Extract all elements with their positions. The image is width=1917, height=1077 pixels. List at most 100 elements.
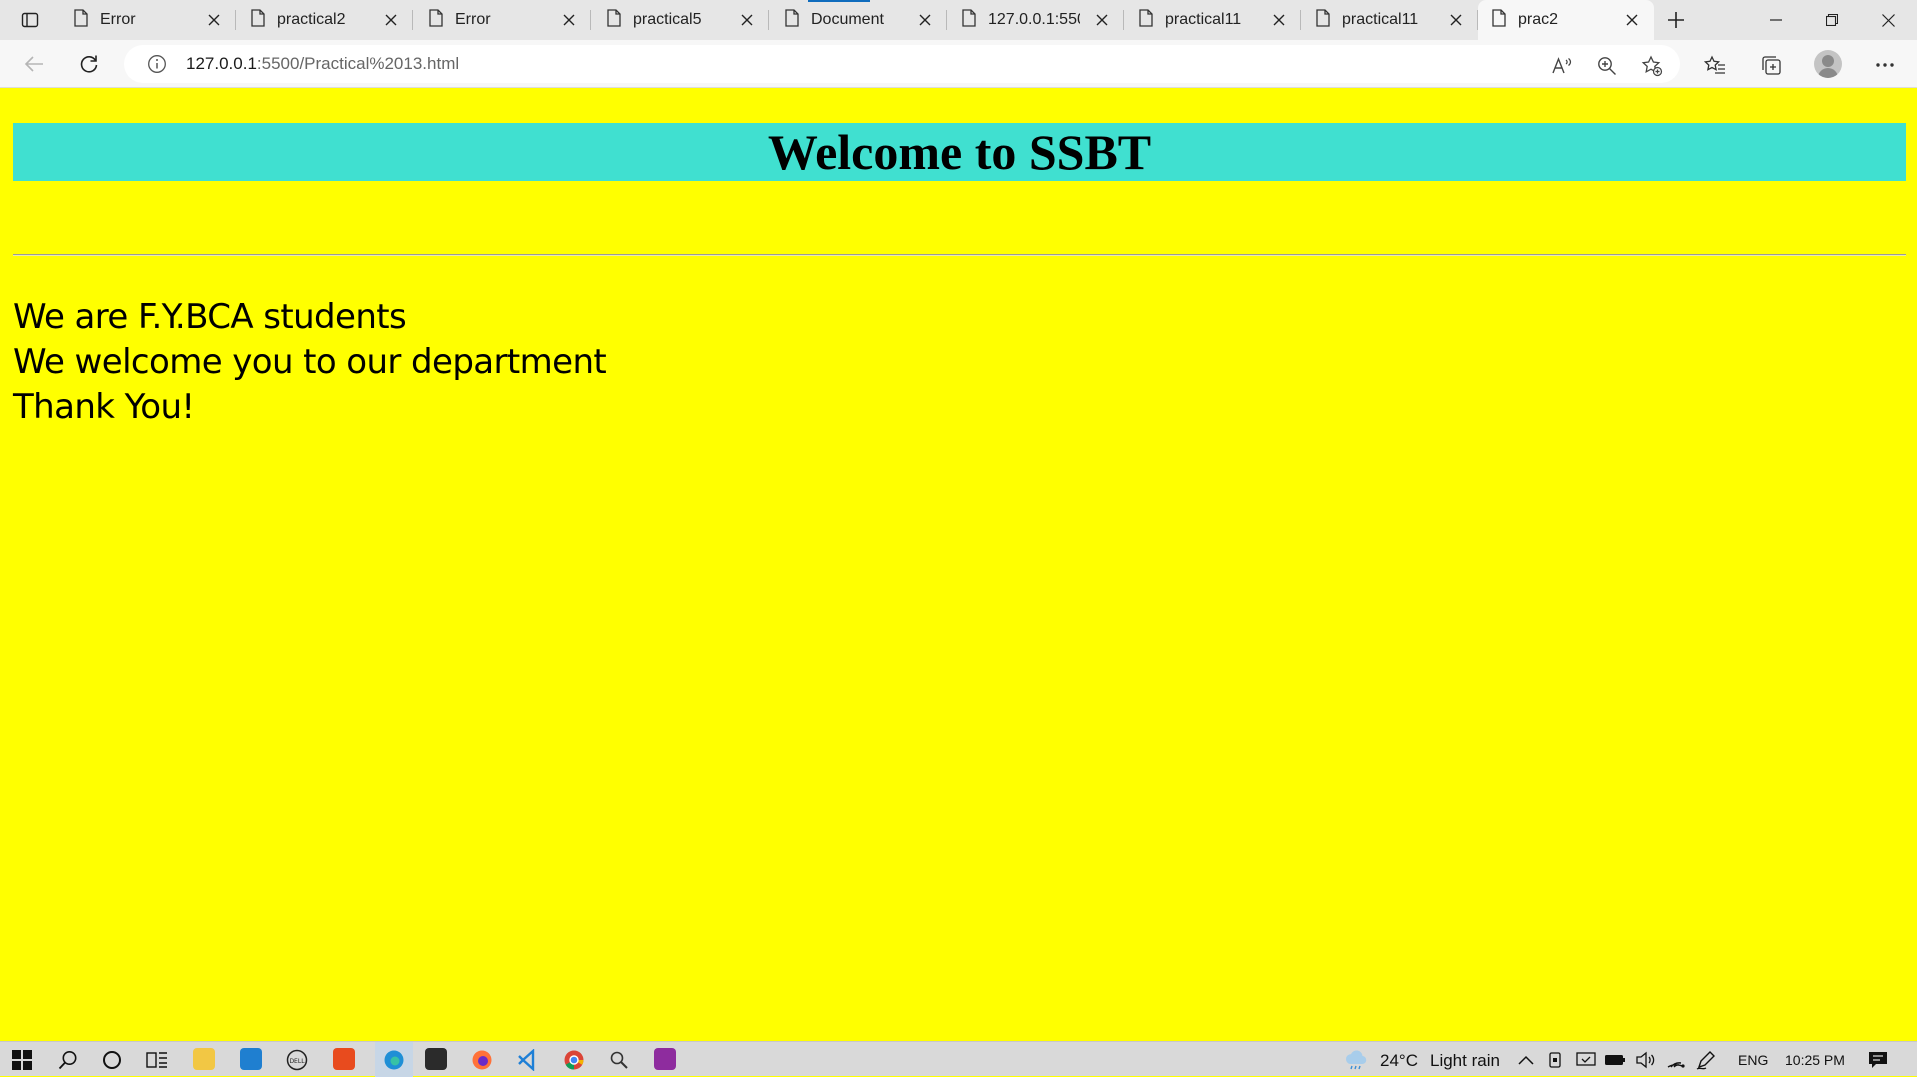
tab-error-1[interactable]: Error <box>60 0 236 40</box>
message-line: Thank You! <box>13 387 195 427</box>
svg-text:DELL: DELL <box>289 1058 305 1065</box>
tab-practical5[interactable]: practical5 <box>593 0 769 40</box>
web-page: Welcome to SSBT We are F.Y.BCA students … <box>0 89 1917 1041</box>
weather-description[interactable]: Light rain <box>1430 1051 1500 1071</box>
tab-label: practical11 <box>1342 11 1419 28</box>
page-icon <box>1492 8 1506 32</box>
tab-actions-icon[interactable] <box>10 6 50 34</box>
minimize-button[interactable] <box>1748 0 1804 40</box>
tab-prac2[interactable]: prac2 <box>1478 0 1654 40</box>
tab-label: practical11 <box>1165 11 1242 28</box>
page-icon <box>1316 8 1330 32</box>
close-icon[interactable] <box>381 10 401 30</box>
tab-strip: Error practical2 Error practical5 Docume… <box>0 0 1917 40</box>
new-tab-button[interactable] <box>1660 6 1692 34</box>
clock[interactable]: 10:25 PM <box>1785 1052 1845 1068</box>
message-block: We are F.Y.BCA students We welcome you t… <box>13 295 607 430</box>
tab-label: Document <box>811 11 884 28</box>
close-icon[interactable] <box>1269 10 1289 30</box>
close-icon[interactable] <box>1092 10 1112 30</box>
tab-separator <box>590 10 591 30</box>
tab-localhost[interactable]: 127.0.0.1:5500 <box>948 0 1124 40</box>
file-explorer-icon[interactable] <box>193 1048 215 1070</box>
refresh-button[interactable] <box>73 48 105 80</box>
url-host: 127.0.0.1 <box>186 54 257 73</box>
tab-label: prac2 <box>1518 11 1559 28</box>
close-icon[interactable] <box>737 10 757 30</box>
read-aloud-icon[interactable] <box>1549 53 1575 79</box>
url-text[interactable]: 127.0.0.1:5500/Practical%2013.html <box>186 54 459 74</box>
weather-temperature[interactable]: 24°C <box>1380 1051 1418 1071</box>
cortana-icon[interactable] <box>98 1046 126 1074</box>
dell-icon[interactable]: DELL <box>283 1046 311 1074</box>
message-line: We are F.Y.BCA students <box>13 297 407 337</box>
wifi-icon[interactable] <box>1662 1046 1690 1074</box>
page-heading: Welcome to SSBT <box>767 124 1152 180</box>
notifications-icon[interactable] <box>1864 1046 1892 1074</box>
page-icon <box>74 8 88 32</box>
page-icon <box>251 8 265 32</box>
search-icon[interactable] <box>54 1046 82 1074</box>
collections-icon[interactable] <box>1756 52 1786 78</box>
address-bar[interactable]: 127.0.0.1:5500/Practical%2013.html <box>124 45 1680 83</box>
tab-label: 127.0.0.1:5500 <box>988 11 1080 28</box>
app-icon[interactable] <box>425 1048 447 1070</box>
tab-practical11-1[interactable]: practical11 <box>1125 0 1301 40</box>
browser-toolbar: 127.0.0.1:5500/Practical%2013.html <box>0 40 1917 88</box>
tab-separator <box>412 10 413 30</box>
chevron-up-icon[interactable] <box>1512 1046 1540 1074</box>
tab-separator <box>946 10 947 30</box>
task-view-icon[interactable] <box>143 1046 171 1074</box>
horizontal-rule <box>13 254 1906 256</box>
favorites-icon[interactable] <box>1700 52 1730 78</box>
tab-label: Error <box>100 11 136 28</box>
chrome-icon[interactable] <box>560 1046 588 1074</box>
tab-separator <box>235 10 236 30</box>
tab-practical2[interactable]: practical2 <box>237 0 413 40</box>
welcome-banner: Welcome to SSBT <box>13 123 1906 181</box>
language-indicator[interactable]: ENG <box>1738 1052 1768 1068</box>
page-icon <box>607 8 621 32</box>
tab-label: practical2 <box>277 11 346 28</box>
tab-label: Error <box>455 11 491 28</box>
zoom-icon[interactable] <box>1594 53 1620 79</box>
tab-separator <box>1123 10 1124 30</box>
meet-now-icon[interactable] <box>1542 1046 1570 1074</box>
profile-avatar[interactable] <box>1814 50 1842 78</box>
winrar-icon[interactable] <box>654 1048 676 1070</box>
edge-icon[interactable] <box>375 1042 413 1077</box>
page-icon <box>962 8 976 32</box>
close-icon[interactable] <box>915 10 935 30</box>
tab-label: practical5 <box>633 11 702 28</box>
tab-separator <box>768 10 769 30</box>
firefox-icon[interactable] <box>468 1046 496 1074</box>
pen-icon[interactable] <box>1692 1046 1720 1074</box>
volume-icon[interactable] <box>1631 1046 1659 1074</box>
tab-error-2[interactable]: Error <box>415 0 591 40</box>
office-icon[interactable] <box>333 1048 355 1070</box>
close-window-button[interactable] <box>1860 0 1916 40</box>
info-icon[interactable] <box>146 53 168 75</box>
add-favorite-icon[interactable] <box>1639 53 1665 79</box>
close-icon[interactable] <box>559 10 579 30</box>
vscode-icon[interactable] <box>514 1046 542 1074</box>
taskbar: DELL 24°C Light rain ENG 10:25 PM <box>0 1041 1917 1077</box>
more-options-icon[interactable] <box>1870 52 1900 78</box>
close-icon[interactable] <box>204 10 224 30</box>
back-button[interactable] <box>18 48 50 80</box>
tab-document[interactable]: Document <box>771 0 947 40</box>
start-icon[interactable] <box>8 1046 36 1074</box>
weather-icon[interactable] <box>1342 1046 1370 1074</box>
mail-icon[interactable] <box>240 1048 262 1070</box>
close-icon[interactable] <box>1446 10 1466 30</box>
tab-separator <box>1300 10 1301 30</box>
tab-practical11-2[interactable]: practical11 <box>1302 0 1478 40</box>
display-icon[interactable] <box>1572 1046 1600 1074</box>
message-line: We welcome you to our department <box>13 342 607 382</box>
magnifier-icon[interactable] <box>605 1046 633 1074</box>
restore-button[interactable] <box>1804 0 1860 40</box>
close-icon[interactable] <box>1622 10 1642 30</box>
page-icon <box>785 8 799 32</box>
battery-icon[interactable] <box>1601 1046 1629 1074</box>
url-path: :5500/Practical%2013.html <box>256 54 460 73</box>
